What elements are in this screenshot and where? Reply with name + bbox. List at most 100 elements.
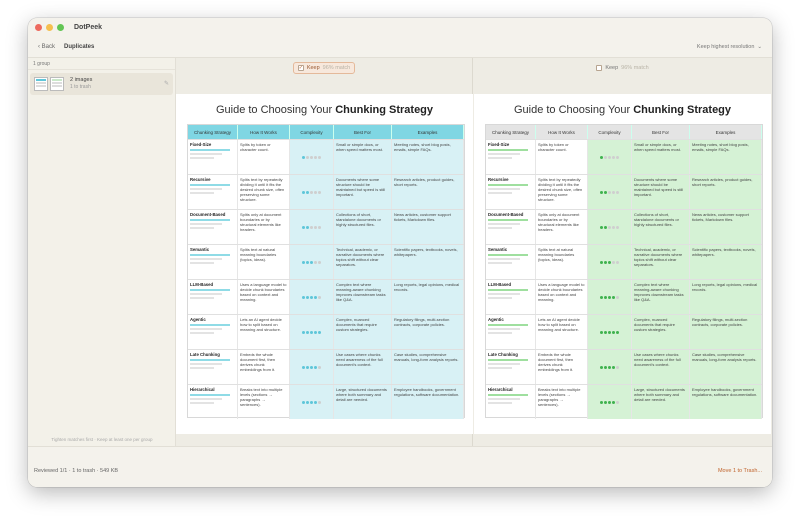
document-title-prefix: Guide to Choosing Your	[513, 104, 634, 116]
complexity-dot	[612, 260, 615, 264]
keep-strategy-select[interactable]: Keep highest resolution ⌄	[697, 44, 762, 50]
best-for-cell: Collections of short, standalone documen…	[334, 210, 392, 244]
strategy-illustration-bar	[488, 398, 520, 401]
complexity-dot	[612, 155, 615, 159]
complexity-dot	[608, 365, 611, 369]
table-header: Chunking Strategy How It Works Complexity B…	[188, 125, 464, 139]
strategy-name: Hierarchical	[488, 387, 513, 392]
examples-cell: Case studies, comprehensive manuals, lon…	[690, 350, 762, 384]
back-button[interactable]: ‹ Back	[38, 44, 55, 50]
keep-toggle[interactable]: Keep 96% match	[592, 63, 652, 73]
table-row: Late Chunking Embeds the whole document f…	[486, 349, 762, 384]
strategy-cell: Agentic	[486, 315, 536, 349]
strategy-illustration-bar	[488, 188, 520, 191]
zoom-window-button[interactable]	[57, 23, 64, 31]
how-cell: Splits by token or character count.	[238, 140, 290, 174]
strategy-illustration-bar	[190, 188, 222, 191]
strategy-cell: LLM-Based	[188, 280, 238, 314]
complexity-dot	[302, 330, 305, 334]
strategy-illustration-bar	[190, 149, 230, 152]
edit-icon[interactable]: ✎	[164, 80, 169, 87]
examples-cell: Research articles, product guides, short…	[690, 175, 762, 209]
strategy-illustration-bar	[190, 227, 214, 230]
keep-label: Keep	[605, 65, 619, 71]
document-image: Guide to Choosing Your Chunking Strategy…	[474, 94, 771, 434]
strategy-name: Semantic	[190, 247, 210, 252]
close-window-button[interactable]	[35, 23, 42, 31]
how-cell: Uses a language model to decide chunk bo…	[238, 280, 290, 314]
table-row: Agentic Lets an AI agent decide how to sp…	[486, 314, 762, 349]
strategy-cell: Recursive	[486, 175, 536, 209]
complexity-dot	[604, 365, 607, 369]
sidebar-group-item[interactable]: 2 images 1 to trash ✎	[30, 73, 173, 95]
strategy-name: Semantic	[488, 247, 508, 252]
how-cell: Splits by token or character count.	[536, 140, 588, 174]
thumbnail-1	[34, 77, 48, 91]
complexity-dot	[310, 400, 313, 404]
complexity-dot	[616, 365, 619, 369]
table-row: Semantic Splits text at natural meaning b…	[486, 244, 762, 279]
thumbnail-2	[50, 77, 64, 91]
table-row: Hierarchical Breaks text into multiple le…	[486, 384, 762, 419]
best-for-cell: Technical, academic, or narrative docume…	[334, 245, 392, 279]
strategy-illustration-bar	[190, 394, 230, 397]
page-title: Duplicates	[64, 43, 95, 50]
how-cell: Embeds the whole document first, then de…	[238, 350, 290, 384]
strategy-name: Agentic	[190, 317, 206, 322]
complexity-rating	[590, 387, 629, 417]
strategy-table: Chunking Strategy How It Works Complexity B…	[485, 124, 763, 419]
complexity-cell	[290, 315, 334, 349]
match-label: 96% match	[621, 65, 649, 71]
complexity-dot	[314, 225, 317, 229]
move-to-trash-button[interactable]: Move 1 to Trash...	[718, 468, 762, 474]
complexity-dot	[302, 295, 305, 299]
complexity-cell	[290, 385, 334, 419]
best-for-cell: Complex, nuanced documents that require …	[334, 315, 392, 349]
strategy-illustration-bar	[488, 223, 520, 226]
strategy-illustration-bar	[190, 324, 230, 327]
complexity-dot	[302, 225, 305, 229]
keep-checkbox[interactable]: ✓	[297, 65, 304, 71]
complexity-cell	[290, 140, 334, 174]
strategy-illustration-bar	[488, 157, 512, 160]
complexity-dot	[612, 365, 615, 369]
keep-checkbox[interactable]	[596, 65, 603, 71]
best-for-cell: Technical, academic, or narrative docume…	[632, 245, 690, 279]
how-cell: Splits text at natural meaning boundarie…	[238, 245, 290, 279]
how-cell: Splits only at document boundaries or by…	[238, 210, 290, 244]
complexity-dot	[318, 190, 321, 194]
strategy-illustration-bar	[190, 293, 222, 296]
best-for-cell: Small or simple docs, or when speed matt…	[334, 140, 392, 174]
strategy-illustration-bar	[190, 359, 230, 362]
complexity-rating	[292, 247, 331, 277]
complexity-cell	[588, 140, 632, 174]
document-title-prefix: Guide to Choosing Your	[215, 104, 336, 116]
strategy-table: Chunking Strategy How It Works Complexity B…	[187, 124, 465, 419]
strategy-illustration-bar	[190, 184, 230, 187]
examples-cell: Case studies, comprehensive manuals, lon…	[392, 350, 464, 384]
strategy-illustration-bar	[488, 262, 512, 265]
strategy-cell: Semantic	[486, 245, 536, 279]
keep-toggle[interactable]: ✓ Keep 96% match	[292, 62, 356, 74]
complexity-cell	[290, 175, 334, 209]
table-row: Document-Based Splits only at document bo…	[486, 209, 762, 244]
strategy-illustration-bar	[488, 363, 520, 366]
table-row: Fixed-Size Splits by token or character c…	[188, 139, 464, 174]
complexity-rating	[292, 352, 331, 382]
document-image: Guide to Choosing Your Chunking Strategy…	[176, 94, 473, 434]
complexity-cell	[290, 350, 334, 384]
complexity-dot	[318, 260, 321, 264]
complexity-dot	[608, 225, 611, 229]
minimize-window-button[interactable]	[46, 23, 53, 31]
best-for-cell: Collections of short, standalone documen…	[632, 210, 690, 244]
complexity-dot	[318, 295, 321, 299]
strategy-cell: Late Chunking	[486, 350, 536, 384]
table-header: Chunking Strategy How It Works Complexity B…	[486, 125, 762, 139]
complexity-cell	[290, 210, 334, 244]
complexity-dot	[600, 190, 603, 194]
how-cell: Lets an AI agent decide how to split bas…	[238, 315, 290, 349]
strategy-illustration-bar	[190, 254, 230, 257]
complexity-dot	[604, 260, 607, 264]
strategy-name: Late Chunking	[190, 352, 220, 357]
complexity-dot	[604, 190, 607, 194]
